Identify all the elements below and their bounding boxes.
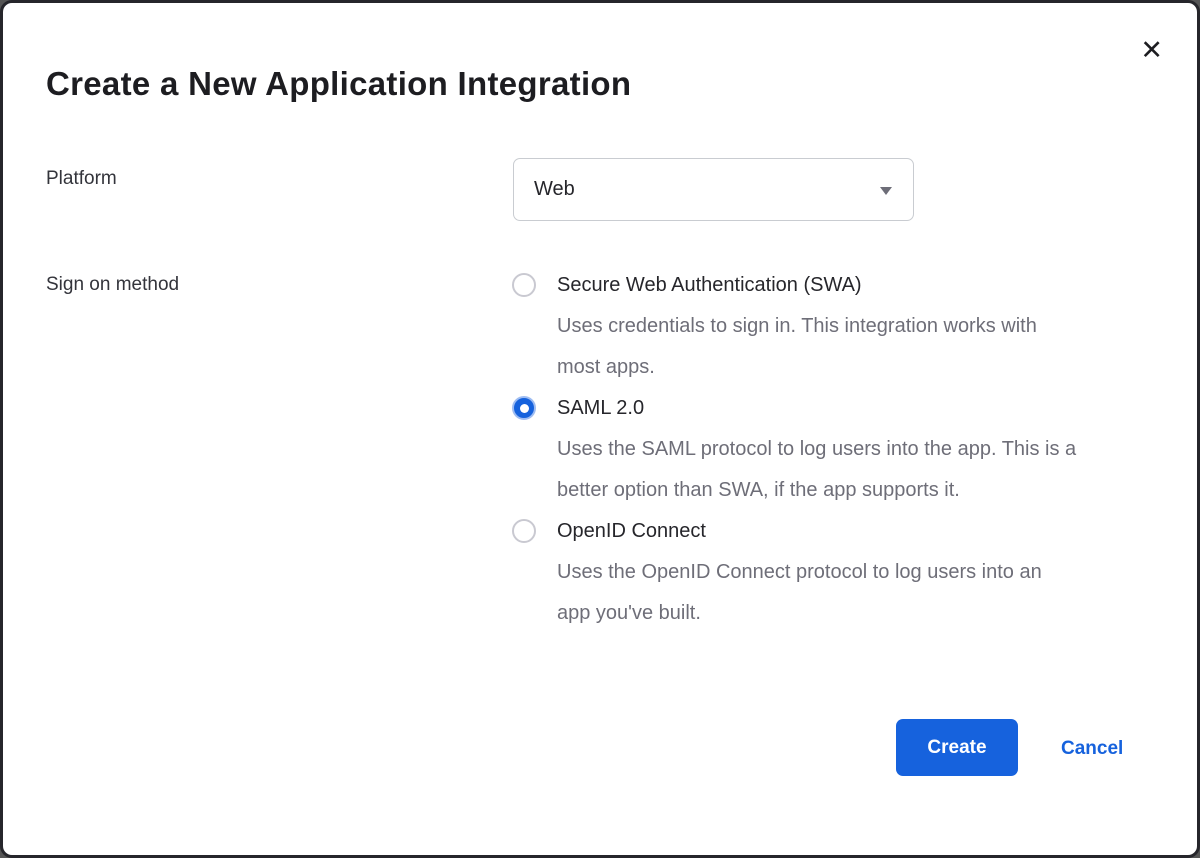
radio-openid-icon[interactable] [512,519,536,543]
option-secure-web-authentication[interactable]: Secure Web Authentication (SWA) Uses cre… [512,265,1162,388]
chevron-down-icon [880,187,892,195]
option-saml-label: SAML 2.0 [557,388,1077,429]
create-app-integration-dialog: ✕ Create a New Application Integration P… [0,0,1200,858]
option-openid-connect[interactable]: OpenID Connect Uses the OpenID Connect p… [512,511,1162,634]
option-saml-2-0[interactable]: SAML 2.0 Uses the SAML protocol to log u… [512,388,1162,511]
radio-saml-icon[interactable] [512,396,536,420]
platform-select[interactable]: Web [513,158,914,221]
option-swa-description: Uses credentials to sign in. This integr… [557,306,1077,388]
create-button[interactable]: Create [896,719,1018,776]
cancel-button[interactable]: Cancel [1061,738,1123,760]
sign-on-method-label: Sign on method [46,274,179,296]
option-saml-description: Uses the SAML protocol to log users into… [557,429,1077,511]
option-openid-label: OpenID Connect [557,511,1077,552]
option-swa-label: Secure Web Authentication (SWA) [557,265,1077,306]
close-icon[interactable]: ✕ [1140,37,1163,64]
option-openid-description: Uses the OpenID Connect protocol to log … [557,552,1077,634]
sign-on-method-options: Secure Web Authentication (SWA) Uses cre… [512,265,1162,634]
dialog-title: Create a New Application Integration [46,65,631,103]
platform-label: Platform [46,168,117,190]
platform-select-value: Web [534,178,575,201]
radio-swa-icon[interactable] [512,273,536,297]
